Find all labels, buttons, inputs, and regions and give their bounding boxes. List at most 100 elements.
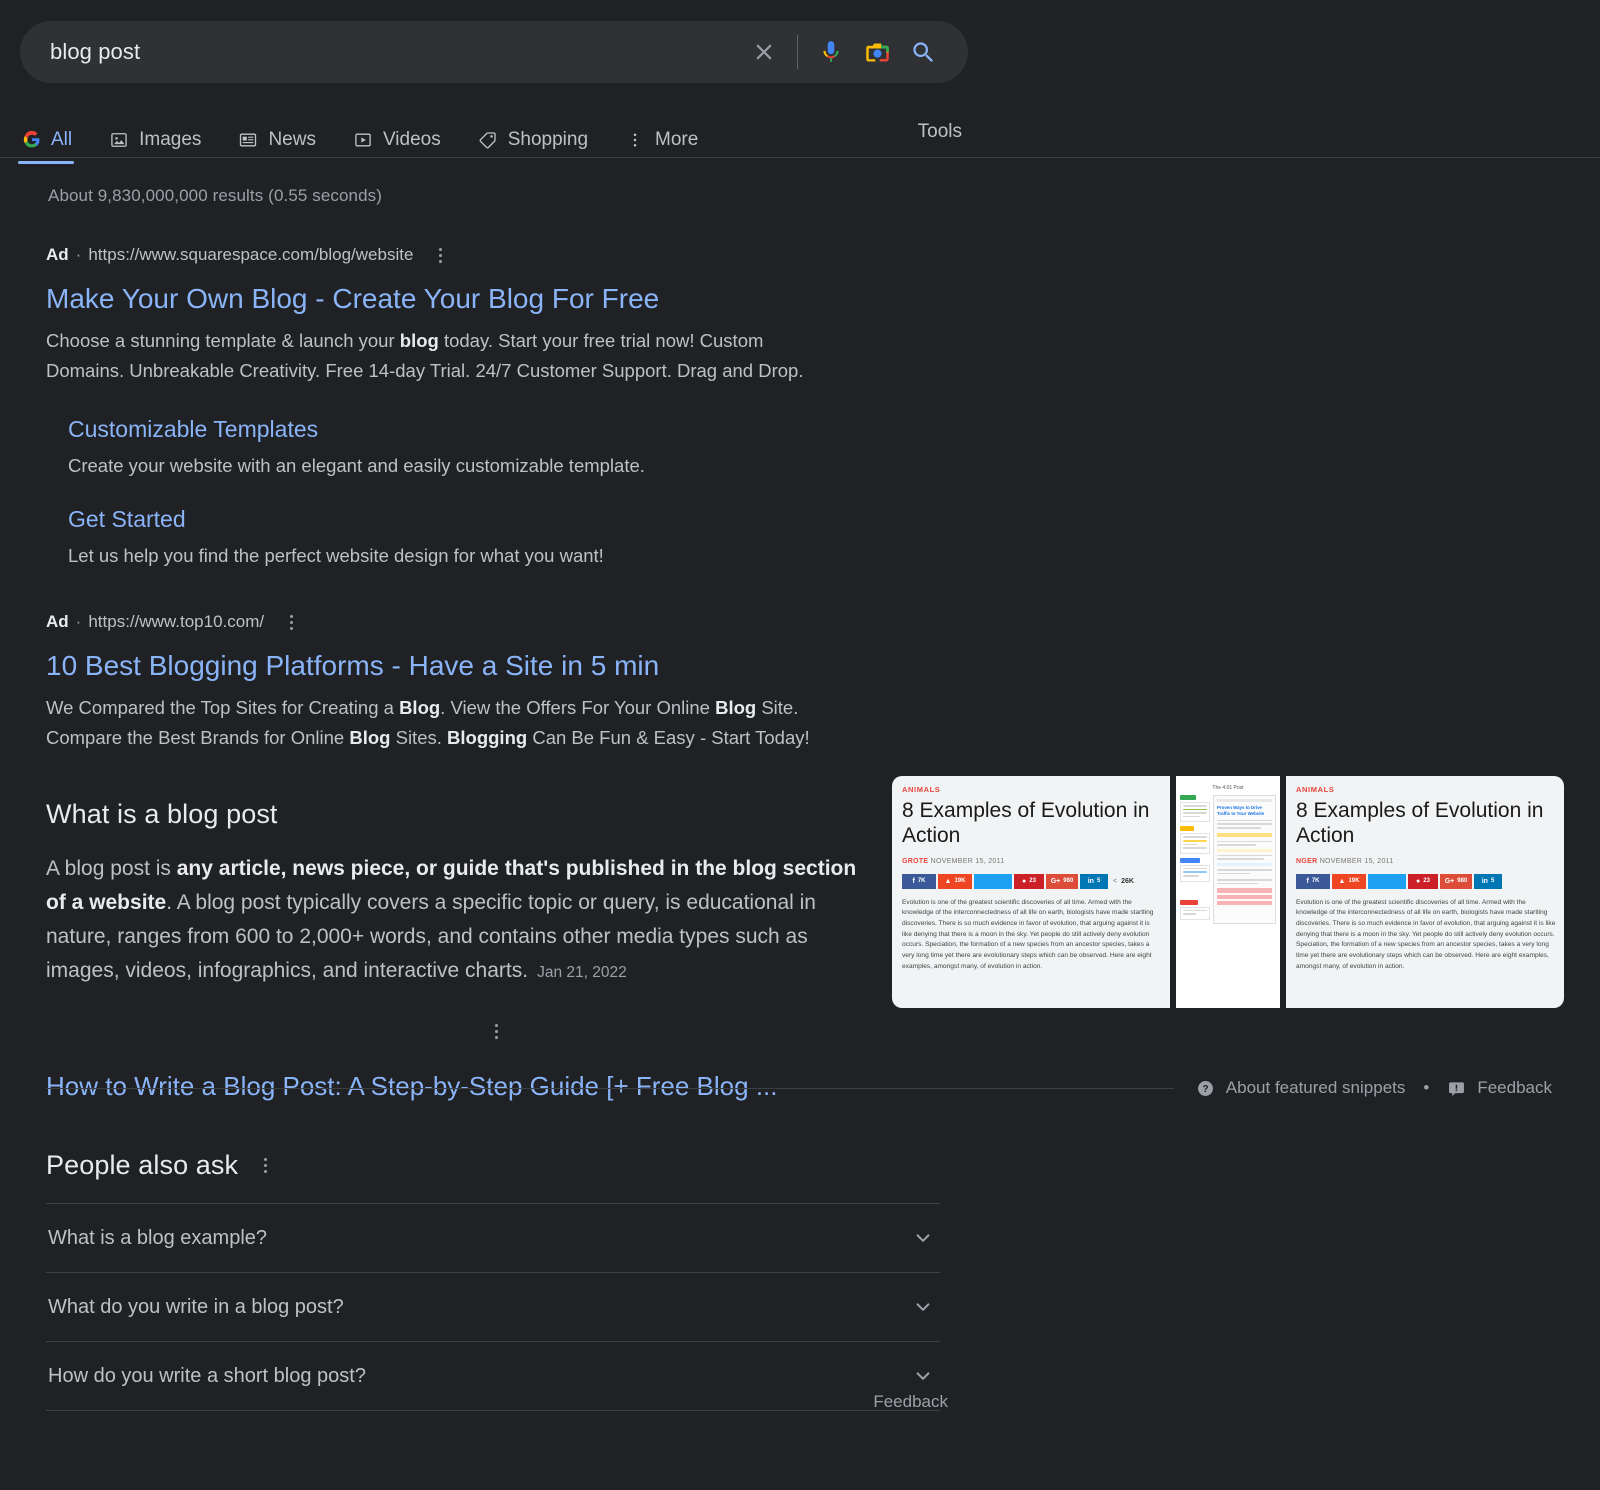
people-also-ask-item[interactable]: What is a blog example? xyxy=(46,1203,940,1272)
tag-icon xyxy=(477,129,499,151)
search-bar-container xyxy=(20,21,968,83)
thumbnail-date: NOVEMBER 15, 2011 xyxy=(1320,858,1394,865)
ad-result-2: Ad · https://www.top10.com/ 10 Best Blog… xyxy=(46,609,946,753)
featured-snippet-text: A blog post is any article, news piece, … xyxy=(46,857,856,982)
people-also-ask-header: People also ask xyxy=(46,1150,940,1181)
kebab-icon xyxy=(624,129,646,151)
thumbnail-3[interactable]: ANIMALS 8 Examples of Evolution in Actio… xyxy=(1286,776,1564,1008)
tab-images[interactable]: Images xyxy=(108,110,201,158)
search-input[interactable] xyxy=(48,38,741,66)
ad-sitelinks: Customizable Templates Create your websi… xyxy=(46,416,946,570)
people-also-ask-item[interactable]: How do you write a short blog post? xyxy=(46,1341,940,1410)
active-tab-underline xyxy=(18,161,74,164)
chevron-down-icon[interactable] xyxy=(910,1294,936,1320)
tab-list: All Images xyxy=(20,110,1580,162)
ad-separator: · xyxy=(76,612,82,632)
featured-snippet-options-kebab-icon[interactable] xyxy=(46,1018,946,1044)
thumbnail-date: NOVEMBER 15, 2011 xyxy=(931,858,1005,865)
tab-shopping[interactable]: Shopping xyxy=(477,110,588,158)
ad-result-1: Ad · https://www.squarespace.com/blog/we… xyxy=(46,242,946,569)
thumbnail-title: 8 Examples of Evolution in Action xyxy=(902,799,1170,849)
share-linkedin: in5 xyxy=(1474,874,1502,889)
people-also-ask-list: What is a blog example? What do you writ… xyxy=(46,1203,940,1411)
featured-snippet-date: Jan 21, 2022 xyxy=(537,964,627,981)
search-bar[interactable] xyxy=(20,21,968,83)
tab-news[interactable]: News xyxy=(237,110,316,158)
result-stats: About 9,830,000,000 results (0.55 second… xyxy=(46,178,946,206)
sitelink: Customizable Templates Create your websi… xyxy=(68,416,946,480)
question-text: What is a blog example? xyxy=(48,1227,267,1250)
ad-options-kebab-icon[interactable] xyxy=(427,242,453,268)
ad-title-link[interactable]: Make Your Own Blog - Create Your Blog Fo… xyxy=(46,281,946,316)
thumbnail-category: ANIMALS xyxy=(902,785,1170,794)
results-column: About 9,830,000,000 results (0.55 second… xyxy=(46,178,946,1104)
footer-dot-separator: • xyxy=(1423,1078,1429,1098)
thumbnail-author: GROTE xyxy=(902,858,928,865)
sitelink: Get Started Let us help you find the per… xyxy=(68,506,946,570)
ad-header: Ad · https://www.top10.com/ xyxy=(46,609,946,635)
sitelink-description: Let us help you find the perfect website… xyxy=(68,542,946,570)
share-linkedin: in5 xyxy=(1080,874,1108,889)
featured-snippet-footer: ? About featured snippets • Feedback xyxy=(46,1078,1552,1098)
tab-label: News xyxy=(268,129,316,151)
sitelink-title[interactable]: Customizable Templates xyxy=(68,416,946,443)
search-icon[interactable] xyxy=(900,29,946,75)
about-featured-snippets-link[interactable]: ? About featured snippets xyxy=(1196,1078,1406,1098)
ad-header: Ad · https://www.squarespace.com/blog/we… xyxy=(46,242,946,268)
thumbnail-caption: The 4:01 Post xyxy=(1176,776,1280,791)
thumbnail-2[interactable]: The 4:01 Post Proven Ways to Drive Traff… xyxy=(1176,776,1280,1008)
sitelink-title[interactable]: Get Started xyxy=(68,506,946,533)
thumbnail-preview: Proven Ways to Drive Traffic to Your Web… xyxy=(1213,795,1276,924)
video-icon xyxy=(352,129,374,151)
people-also-ask-bottom-divider xyxy=(46,1410,940,1411)
share-facebook: f7K xyxy=(1296,874,1330,889)
google-lens-icon[interactable] xyxy=(854,29,900,75)
share-flipboard: ▲19K xyxy=(938,874,972,889)
tab-videos[interactable]: Videos xyxy=(352,110,441,158)
sitelink-description: Create your website with an elegant and … xyxy=(68,452,946,480)
thumbnail-preview-title: Proven Ways to Drive Traffic to Your Web… xyxy=(1217,805,1272,817)
search-bar-actions xyxy=(741,29,946,75)
ad-badge: Ad xyxy=(46,612,69,632)
tab-label: More xyxy=(655,129,698,151)
thumbnail-1[interactable]: ANIMALS 8 Examples of Evolution in Actio… xyxy=(892,776,1170,1008)
ad-options-kebab-icon[interactable] xyxy=(278,609,304,635)
thumbnail-body: Evolution is one of the greatest scienti… xyxy=(902,898,1154,973)
google-search-icon xyxy=(20,129,42,151)
ad-url[interactable]: https://www.squarespace.com/blog/website xyxy=(88,245,413,265)
tab-label: Images xyxy=(139,129,201,151)
share-icon: < xyxy=(1113,878,1117,885)
question-text: How do you write a short blog post? xyxy=(48,1365,366,1388)
snippet-feedback-link[interactable]: Feedback xyxy=(1447,1078,1552,1098)
thumbnail-meta: GROTE NOVEMBER 15, 2011 xyxy=(902,858,1170,865)
ad-title-link[interactable]: 10 Best Blogging Platforms - Have a Site… xyxy=(46,648,946,683)
microphone-icon[interactable] xyxy=(808,29,854,75)
image-icon xyxy=(108,129,130,151)
search-bar-divider xyxy=(797,35,798,69)
tools-button[interactable]: Tools xyxy=(918,121,962,143)
share-flipboard: ▲19K xyxy=(1332,874,1366,889)
featured-snippet-body: A blog post is any article, news piece, … xyxy=(46,852,858,988)
people-also-ask-options-kebab-icon[interactable] xyxy=(252,1153,278,1179)
thumbnail-author: NGER xyxy=(1296,858,1317,865)
svg-text:?: ? xyxy=(1202,1084,1208,1095)
share-pinterest: ●23 xyxy=(1014,874,1044,889)
share-total: 26K xyxy=(1121,878,1134,885)
share-googleplus: G+980 xyxy=(1440,874,1472,889)
thumbnail-meta: NGER NOVEMBER 15, 2011 xyxy=(1296,858,1564,865)
share-twitter xyxy=(974,874,1012,889)
help-circle-icon: ? xyxy=(1196,1079,1215,1098)
ad-url[interactable]: https://www.top10.com/ xyxy=(88,612,264,632)
featured-snippet: What is a blog post A blog post is any a… xyxy=(46,799,946,1104)
tab-more[interactable]: More xyxy=(624,110,698,158)
people-also-ask-item[interactable]: What do you write in a blog post? xyxy=(46,1272,940,1341)
close-icon[interactable] xyxy=(741,29,787,75)
chevron-down-icon[interactable] xyxy=(910,1363,936,1389)
tab-label: All xyxy=(51,129,72,151)
thumbnail-title: 8 Examples of Evolution in Action xyxy=(1296,799,1564,849)
people-also-ask-feedback-link[interactable]: Feedback xyxy=(873,1392,948,1412)
tab-all[interactable]: All xyxy=(20,110,72,158)
chevron-down-icon[interactable] xyxy=(910,1225,936,1251)
thumbnail-annotations xyxy=(1180,795,1210,924)
thumbnail-body: Evolution is one of the greatest scienti… xyxy=(1296,898,1558,973)
